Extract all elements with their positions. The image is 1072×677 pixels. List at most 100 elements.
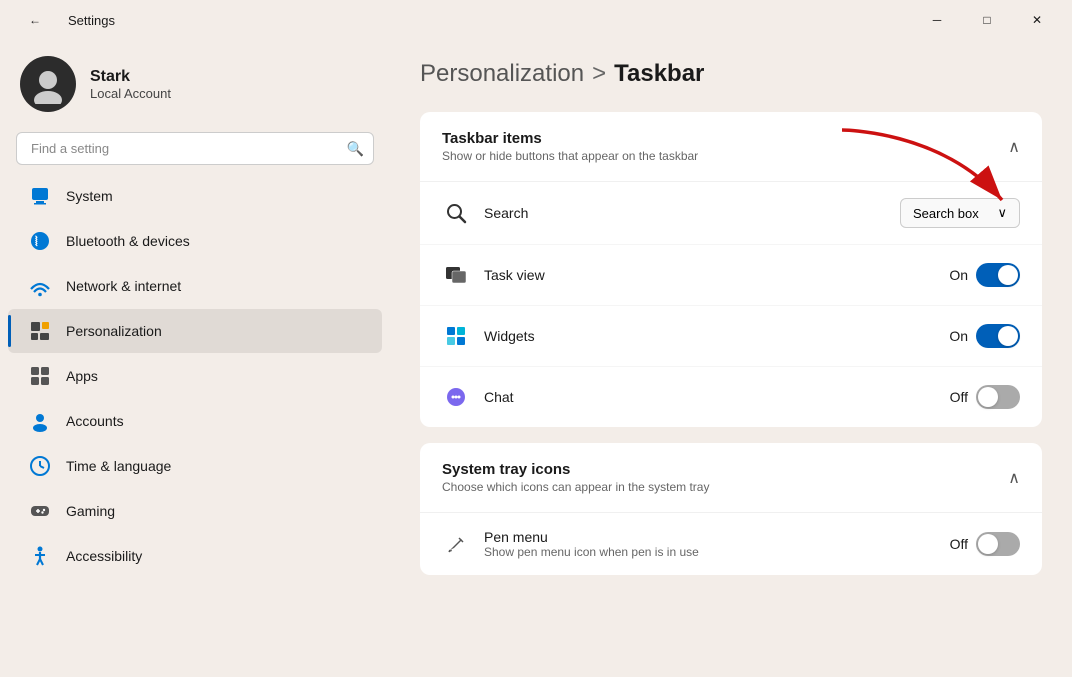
user-account-type: Local Account: [90, 86, 171, 101]
window-controls: ─ □ ✕: [914, 4, 1060, 36]
titlebar: ← Settings ─ □ ✕: [0, 0, 1072, 40]
system-tray-header-text: System tray icons Choose which icons can…: [442, 461, 709, 494]
search-dropdown-value: Search box: [913, 206, 979, 221]
network-icon: [28, 274, 52, 298]
search-input[interactable]: [16, 132, 374, 165]
system-tray-header[interactable]: System tray icons Choose which icons can…: [420, 443, 1042, 513]
bluetooth-icon: ⦚: [28, 229, 52, 253]
sidebar-item-system[interactable]: System: [8, 174, 382, 218]
chat-setting-control: Off: [950, 385, 1020, 409]
user-info: Stark Local Account: [90, 68, 171, 101]
chat-toggle[interactable]: [976, 385, 1020, 409]
search-setting-label: Search: [484, 205, 886, 221]
pen-menu-toggle-thumb: [978, 534, 998, 554]
svg-text:⦚: ⦚: [35, 234, 38, 249]
maximize-button[interactable]: □: [964, 4, 1010, 36]
search-setting-row: Search Search box ∨: [420, 182, 1042, 245]
widgets-setting-row: Widgets On: [420, 306, 1042, 367]
search-setting-control: Search box ∨: [900, 198, 1020, 228]
chat-setting-row: Chat Off: [420, 367, 1042, 427]
window-title: Settings: [68, 13, 115, 28]
system-tray-chevron-icon: ∧: [1008, 468, 1020, 488]
user-profile[interactable]: Stark Local Account: [0, 40, 390, 132]
sidebar-item-label-personalization: Personalization: [66, 323, 162, 339]
minimize-button[interactable]: ─: [914, 4, 960, 36]
content-area: Personalization > Taskbar Taskbar ite: [390, 40, 1072, 677]
taskview-setting-row: Task view On: [420, 245, 1042, 306]
chat-toggle-thumb: [978, 387, 998, 407]
system-tray-title: System tray icons: [442, 461, 709, 478]
sidebar-item-label-gaming: Gaming: [66, 503, 115, 519]
breadcrumb: Personalization > Taskbar: [420, 60, 1042, 88]
sidebar-item-label-bluetooth: Bluetooth & devices: [66, 233, 190, 249]
chevron-down-icon: ∨: [997, 205, 1007, 221]
system-icon: [28, 184, 52, 208]
sidebar-item-apps[interactable]: Apps: [8, 354, 382, 398]
taskview-toggle[interactable]: [976, 263, 1020, 287]
gaming-icon: [28, 499, 52, 523]
taskview-setting-icon: [442, 261, 470, 289]
breadcrumb-current: Taskbar: [614, 60, 704, 88]
avatar: [20, 56, 76, 112]
chat-value-text: Off: [950, 389, 968, 405]
widgets-toggle[interactable]: [976, 324, 1020, 348]
taskview-setting-control: On: [949, 263, 1020, 287]
sidebar-item-network[interactable]: Network & internet: [8, 264, 382, 308]
taskbar-items-subtitle: Show or hide buttons that appear on the …: [442, 149, 698, 163]
main-layout: Stark Local Account 🔍 System: [0, 40, 1072, 677]
breadcrumb-parent[interactable]: Personalization: [420, 60, 584, 88]
sidebar-item-label-network: Network & internet: [66, 278, 181, 294]
breadcrumb-separator: >: [592, 60, 606, 88]
pen-menu-value-text: Off: [950, 536, 968, 552]
sidebar-item-label-time: Time & language: [66, 458, 171, 474]
taskbar-items-header[interactable]: Taskbar items Show or hide buttons that …: [420, 112, 1042, 182]
chat-setting-label: Chat: [484, 389, 936, 405]
search-dropdown[interactable]: Search box ∨: [900, 198, 1020, 228]
taskbar-items-header-text: Taskbar items Show or hide buttons that …: [442, 130, 698, 163]
widgets-toggle-thumb: [998, 326, 1018, 346]
taskbar-items-chevron-icon: ∧: [1008, 137, 1020, 157]
pen-menu-label-container: Pen menu Show pen menu icon when pen is …: [484, 529, 936, 559]
sidebar-item-label-accessibility: Accessibility: [66, 548, 142, 564]
system-tray-card: System tray icons Choose which icons can…: [420, 443, 1042, 575]
pen-menu-sublabel: Show pen menu icon when pen is in use: [484, 545, 936, 559]
sidebar-item-personalization[interactable]: Personalization: [8, 309, 382, 353]
taskbar-items-title: Taskbar items: [442, 130, 698, 147]
content-inner: Personalization > Taskbar Taskbar ite: [420, 60, 1042, 575]
widgets-setting-icon: [442, 322, 470, 350]
taskview-toggle-thumb: [998, 265, 1018, 285]
personalization-icon: [28, 319, 52, 343]
pen-menu-setting-control: Off: [950, 532, 1020, 556]
sidebar: Stark Local Account 🔍 System: [0, 40, 390, 677]
chat-setting-icon: [442, 383, 470, 411]
time-icon: [28, 454, 52, 478]
taskbar-items-card: Taskbar items Show or hide buttons that …: [420, 112, 1042, 427]
back-button[interactable]: ←: [12, 4, 58, 36]
pen-menu-setting-row: Pen menu Show pen menu icon when pen is …: [420, 513, 1042, 575]
system-tray-subtitle: Choose which icons can appear in the sys…: [442, 480, 709, 494]
widgets-setting-control: On: [949, 324, 1020, 348]
sidebar-item-label-apps: Apps: [66, 368, 98, 384]
search-setting-icon: [442, 199, 470, 227]
sidebar-item-label-system: System: [66, 188, 113, 204]
sidebar-item-gaming[interactable]: Gaming: [8, 489, 382, 533]
sidebar-search-container: 🔍: [16, 132, 374, 165]
user-name: Stark: [90, 68, 171, 86]
close-button[interactable]: ✕: [1014, 4, 1060, 36]
widgets-setting-label: Widgets: [484, 328, 935, 344]
pen-menu-setting-icon: [442, 530, 470, 558]
sidebar-item-label-accounts: Accounts: [66, 413, 124, 429]
sidebar-item-time[interactable]: Time & language: [8, 444, 382, 488]
accounts-icon: [28, 409, 52, 433]
search-icon: 🔍: [347, 140, 364, 157]
accessibility-icon: [28, 544, 52, 568]
pen-menu-toggle[interactable]: [976, 532, 1020, 556]
taskview-value-text: On: [949, 267, 968, 283]
pen-menu-label: Pen menu: [484, 529, 936, 545]
sidebar-nav: System ⦚ Bluetooth & devices: [0, 173, 390, 579]
sidebar-item-accounts[interactable]: Accounts: [8, 399, 382, 443]
sidebar-item-bluetooth[interactable]: ⦚ Bluetooth & devices: [8, 219, 382, 263]
taskview-setting-label: Task view: [484, 267, 935, 283]
apps-icon: [28, 364, 52, 388]
sidebar-item-accessibility[interactable]: Accessibility: [8, 534, 382, 578]
